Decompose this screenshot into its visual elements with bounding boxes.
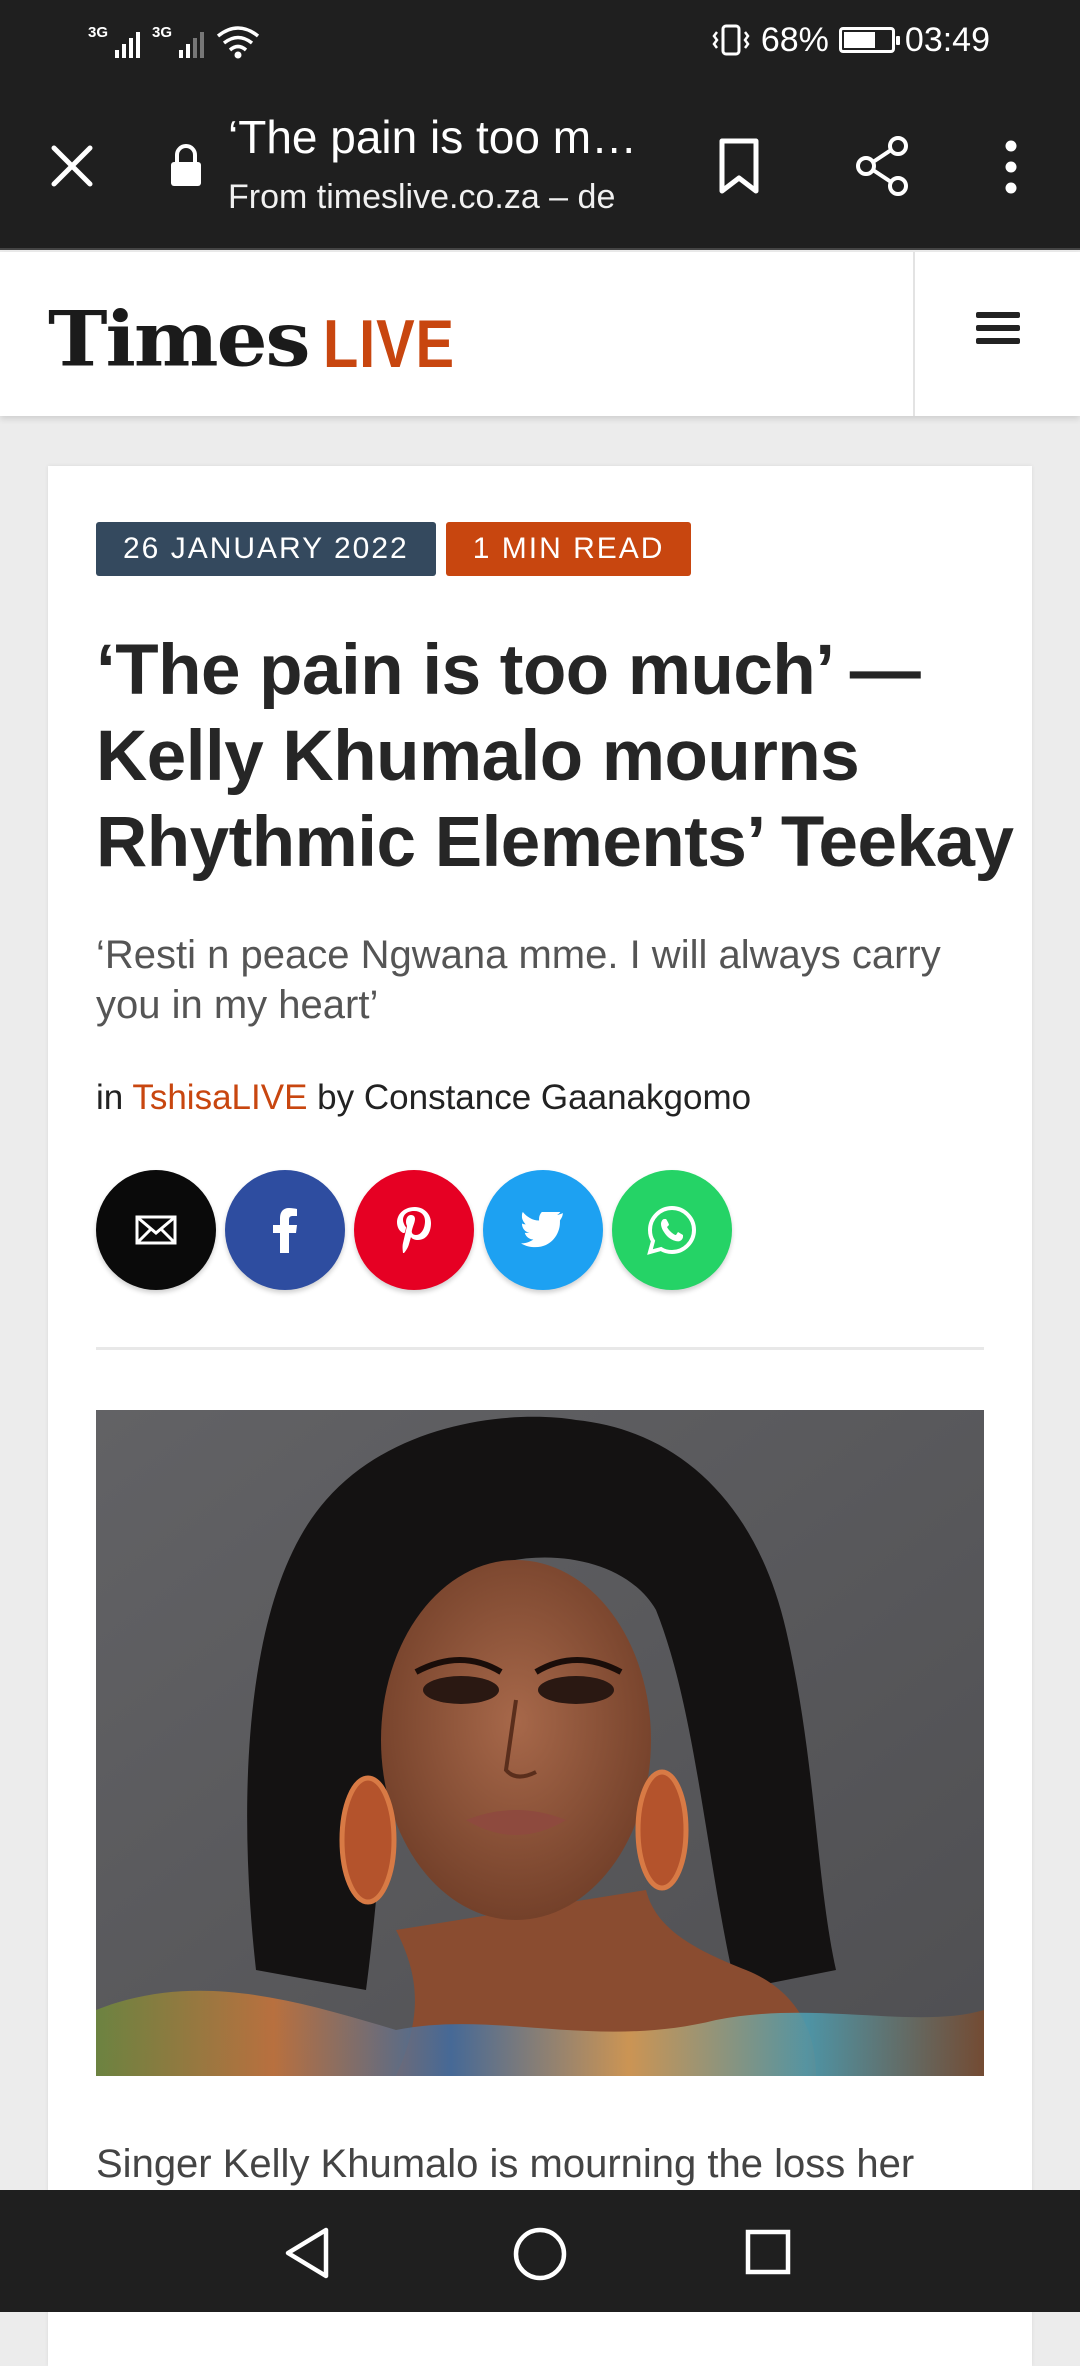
byline-in: in [96, 1078, 124, 1117]
logo-times: Times [48, 294, 311, 384]
lock-icon [171, 144, 201, 186]
status-left: 3G 3G [88, 20, 260, 60]
facebook-icon [273, 1208, 297, 1253]
network-type-label-2: 3G [152, 24, 173, 41]
article-card: 26 JANUARY 2022 1 MIN READ ‘The pain is … [48, 466, 1032, 2366]
pinterest-share-button[interactable] [354, 1170, 474, 1290]
facebook-share-button[interactable] [225, 1170, 345, 1290]
wifi-icon [216, 26, 260, 59]
email-icon [135, 1215, 177, 1245]
twitter-share-button[interactable] [483, 1170, 603, 1290]
browser-toolbar: ‘The pain is too much’ — Kelly Khumalo m… [0, 80, 1080, 250]
close-icon[interactable] [44, 138, 100, 194]
article-subheadline: ‘Resti n peace Ngwana mme. I will always… [96, 933, 941, 1027]
logo-live: LIVE [322, 306, 455, 382]
header-divider [913, 252, 915, 416]
date-badge: 26 JANUARY 2022 [96, 522, 436, 576]
recent-apps-icon[interactable] [744, 2228, 792, 2276]
page-title[interactable]: ‘The pain is too much’ — Kelly Khumalo m… [228, 110, 648, 164]
byline-by: by [317, 1078, 355, 1117]
home-icon[interactable] [512, 2226, 568, 2282]
battery-icon [838, 27, 900, 53]
read-time-badge: 1 MIN READ [445, 522, 692, 576]
portrait-image [96, 1410, 984, 2076]
page-url[interactable]: From timeslive.co.za – de [228, 178, 648, 217]
author-name[interactable]: Constance Gaanakgomo [364, 1078, 751, 1117]
section-link[interactable]: TshisaLIVE [132, 1078, 307, 1117]
share-icon[interactable] [852, 134, 912, 198]
more-vert-icon[interactable] [994, 138, 1028, 196]
clock: 03:49 [904, 20, 990, 59]
site-logo[interactable]: Times LIVE [48, 292, 478, 383]
article-photo[interactable] [96, 1410, 984, 2076]
hamburger-menu-icon[interactable] [976, 312, 1020, 352]
vibrate-icon [712, 24, 750, 56]
network-type-label: 3G [88, 24, 109, 41]
pinterest-icon [397, 1207, 431, 1253]
email-share-button[interactable] [96, 1170, 216, 1290]
byline: in TshisaLIVE by Constance Gaanakgomo [96, 1078, 751, 1118]
system-nav-bar [0, 2190, 1080, 2312]
article-body: Singer Kelly Khumalo is mourning the los… [96, 2142, 915, 2186]
whatsapp-share-button[interactable] [612, 1170, 732, 1290]
battery-percent: 68% [760, 20, 829, 59]
twitter-icon [521, 1212, 563, 1248]
whatsapp-icon [647, 1205, 697, 1255]
article-tags: 26 JANUARY 2022 1 MIN READ [96, 522, 692, 576]
divider [96, 1347, 984, 1350]
cell-signal-icon-2: 3G [152, 24, 204, 60]
article-headline: ‘The pain is too much’ — Kelly Khumalo m… [96, 631, 1014, 882]
status-bar: 3G 3G 68% 03:49 [0, 0, 1080, 80]
back-icon[interactable] [282, 2226, 332, 2280]
bookmark-icon[interactable] [714, 136, 764, 196]
status-right: 68% 03:49 [711, 18, 990, 62]
share-buttons [96, 1170, 732, 1290]
site-header: Times LIVE [0, 252, 1080, 416]
cell-signal-icon: 3G [88, 24, 140, 60]
